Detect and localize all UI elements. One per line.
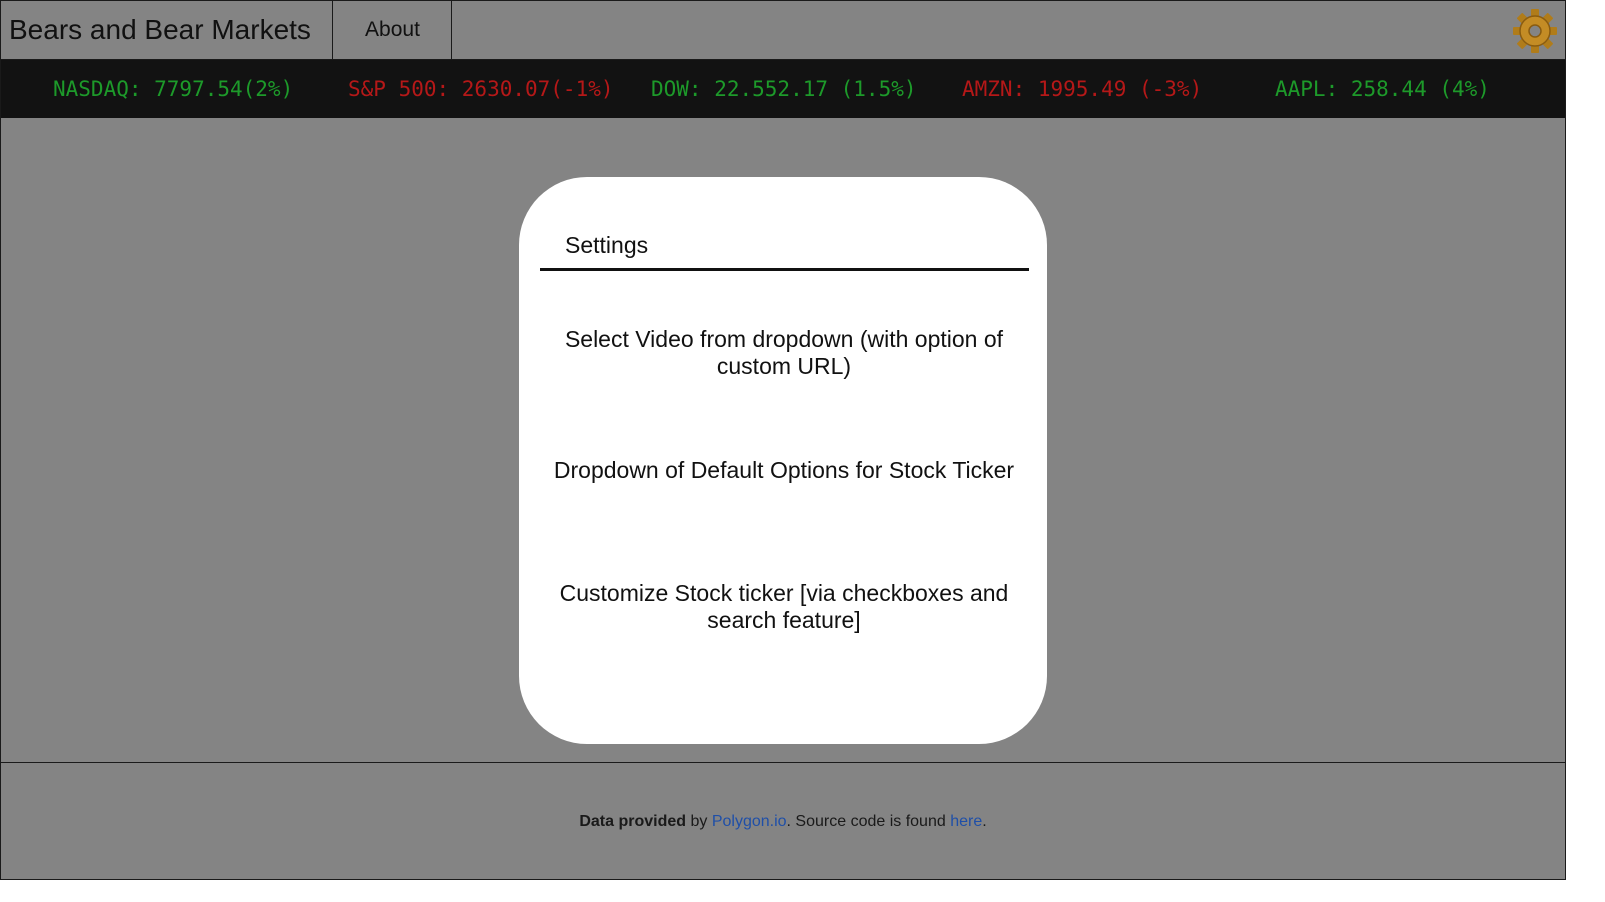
ticker-item-amzn: AMZN: 1995.49 (-3%) <box>962 77 1203 101</box>
modal-divider <box>540 268 1029 271</box>
top-navbar: Bears and Bear Markets About <box>1 1 1565 60</box>
ticker-item-sp500: S&P 500: 2630.07(-1%) <box>348 77 614 101</box>
footer-middle-text: . Source code is found <box>786 813 951 830</box>
stock-ticker: NASDAQ: 7797.54(2%) S&P 500: 2630.07(-1%… <box>1 60 1565 118</box>
ticker-item-dow: DOW: 22.552.17 (1.5%) <box>651 77 917 101</box>
footer: Data provided by Polygon.io. Source code… <box>1 762 1565 880</box>
polygon-link[interactable]: Polygon.io <box>712 813 787 830</box>
footer-by-text: by <box>686 813 712 830</box>
footer-credits: Data provided by Polygon.io. Source code… <box>1 813 1565 831</box>
ticker-item-aapl: AAPL: 258.44 (4%) <box>1275 77 1490 101</box>
ticker-defaults-dropdown[interactable]: Dropdown of Default Options for Stock Ti… <box>539 457 1029 484</box>
gear-icon[interactable] <box>1511 7 1559 55</box>
footer-end-text: . <box>982 813 987 830</box>
nav-about-link[interactable]: About <box>334 1 452 59</box>
footer-bold-text: Data provided <box>579 813 687 830</box>
modal-title: Settings <box>565 232 649 258</box>
ticker-item-nasdaq: NASDAQ: 7797.54(2%) <box>53 77 294 101</box>
video-select-option[interactable]: Select Video from dropdown (with option … <box>539 326 1029 380</box>
customize-ticker-option[interactable]: Customize Stock ticker [via checkboxes a… <box>539 580 1029 634</box>
app-frame: Bears and Bear Markets About NASDAQ: 779… <box>0 0 1566 880</box>
brand-title[interactable]: Bears and Bear Markets <box>1 1 333 59</box>
settings-modal: Settings Select Video from dropdown (wit… <box>519 177 1047 744</box>
source-code-link[interactable]: here <box>950 813 982 830</box>
